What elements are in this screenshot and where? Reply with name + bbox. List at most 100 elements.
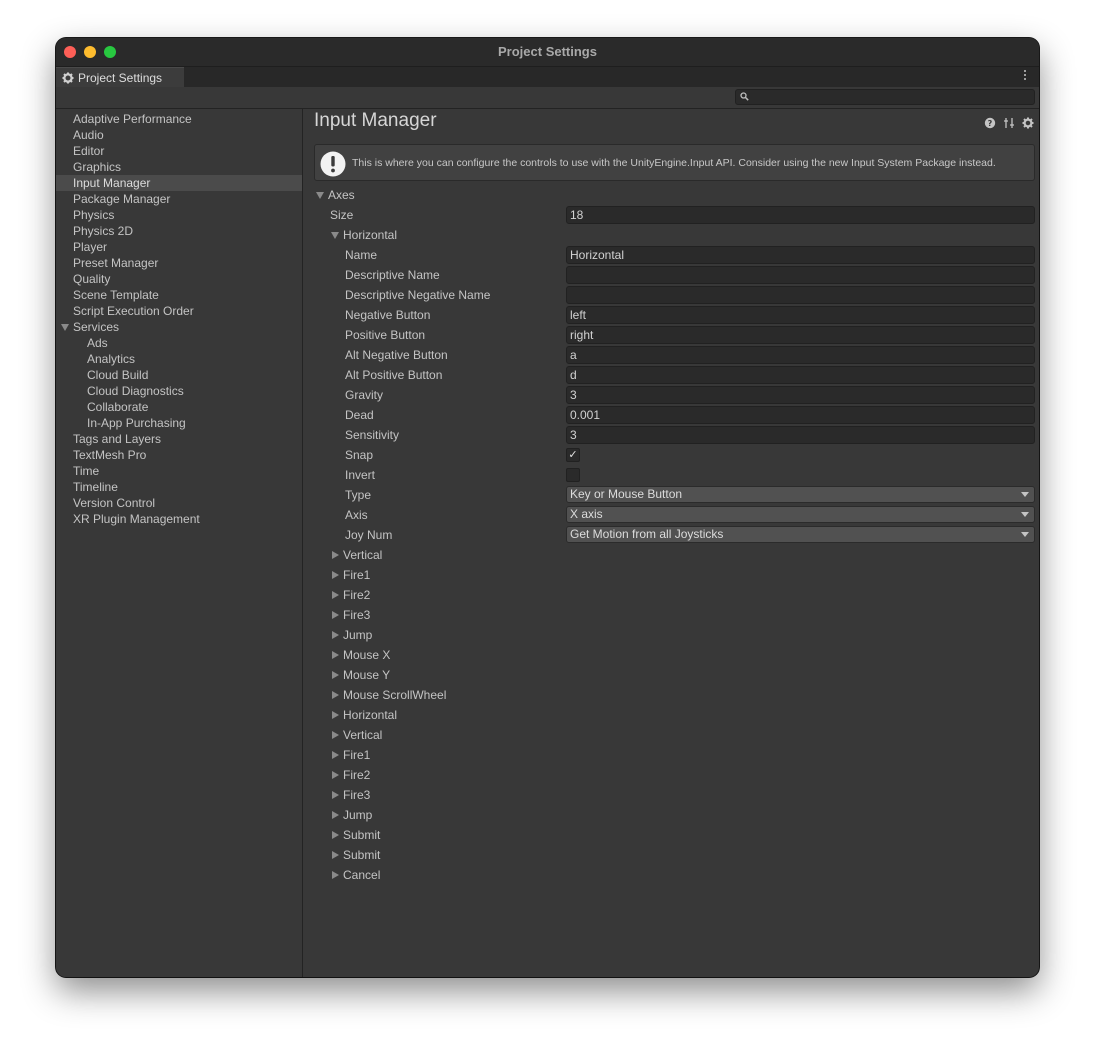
- foldout-arrow-icon[interactable]: [332, 651, 339, 659]
- sidebar-item-quality[interactable]: Quality: [56, 271, 302, 287]
- foldout-arrow-icon[interactable]: [332, 811, 339, 819]
- sidebar-item-ads[interactable]: Ads: [56, 335, 302, 351]
- gear-icon: [62, 72, 74, 83]
- axis-foldout-item[interactable]: Fire3: [303, 605, 603, 625]
- descriptive-negative-name-label: Descriptive Negative Name: [345, 288, 491, 302]
- positive-button-label: Positive Button: [345, 328, 426, 342]
- axis-foldout-item[interactable]: Mouse X: [303, 645, 603, 665]
- foldout-arrow-icon[interactable]: [332, 871, 339, 879]
- tab-project-settings[interactable]: Project Settings: [56, 67, 184, 87]
- foldout-arrow-icon[interactable]: [332, 791, 339, 799]
- name-field[interactable]: Horizontal: [566, 246, 1035, 264]
- axis-foldout-item[interactable]: Cancel: [303, 865, 603, 885]
- dead-field[interactable]: 0.001: [566, 406, 1035, 424]
- axis-foldout-item[interactable]: Horizontal: [303, 705, 603, 725]
- sidebar-item-xr-plugin-management[interactable]: XR Plugin Management: [56, 511, 302, 527]
- axis-foldout-item[interactable]: Submit: [303, 825, 603, 845]
- settings-sidebar: Adaptive Performance Audio Editor Graphi…: [56, 109, 303, 977]
- sidebar-item-time[interactable]: Time: [56, 463, 302, 479]
- alt-positive-button-field[interactable]: d: [566, 366, 1035, 384]
- sidebar-item-physics-2d[interactable]: Physics 2D: [56, 223, 302, 239]
- invert-checkbox[interactable]: [566, 468, 580, 482]
- foldout-arrow-icon[interactable]: [331, 232, 339, 239]
- sidebar-item-audio[interactable]: Audio: [56, 127, 302, 143]
- foldout-arrow-icon[interactable]: [332, 691, 339, 699]
- foldout-arrow-icon[interactable]: [332, 771, 339, 779]
- foldout-arrow-icon[interactable]: [332, 731, 339, 739]
- alt-negative-button-label: Alt Negative Button: [345, 348, 448, 362]
- positive-button-field[interactable]: right: [566, 326, 1035, 344]
- axis-foldout-horizontal[interactable]: Horizontal: [303, 225, 1039, 245]
- negative-button-field[interactable]: left: [566, 306, 1035, 324]
- axis-foldout-item[interactable]: Fire2: [303, 585, 603, 605]
- axis-foldout-item[interactable]: Jump: [303, 625, 603, 645]
- size-field[interactable]: 18: [566, 206, 1035, 224]
- axis-item-label: Submit: [343, 828, 381, 842]
- foldout-arrow-icon[interactable]: [332, 551, 339, 559]
- sidebar-item-player[interactable]: Player: [56, 239, 302, 255]
- sidebar-item-graphics[interactable]: Graphics: [56, 159, 302, 175]
- descriptive-negative-name-field[interactable]: [566, 286, 1035, 304]
- foldout-arrow-icon[interactable]: [316, 192, 324, 199]
- foldout-arrow-icon[interactable]: [332, 571, 339, 579]
- joy-num-dropdown[interactable]: Get Motion from all Joysticks: [566, 526, 1035, 543]
- sidebar-item-collaborate[interactable]: Collaborate: [56, 399, 302, 415]
- sidebar-item-scene-template[interactable]: Scene Template: [56, 287, 302, 303]
- axis-foldout-item[interactable]: Vertical: [303, 545, 603, 565]
- sidebar-item-package-manager[interactable]: Package Manager: [56, 191, 302, 207]
- axis-foldout-item[interactable]: Fire3: [303, 785, 603, 805]
- sidebar-item-cloud-build[interactable]: Cloud Build: [56, 367, 302, 383]
- foldout-arrow-icon[interactable]: [332, 591, 339, 599]
- sidebar-item-version-control[interactable]: Version Control: [56, 495, 302, 511]
- sidebar-item-services[interactable]: Services: [56, 319, 302, 335]
- axis-foldout-item[interactable]: Vertical: [303, 725, 603, 745]
- axis-foldout-item[interactable]: Fire1: [303, 745, 603, 765]
- snap-checkbox[interactable]: ✓: [566, 448, 580, 462]
- type-dropdown[interactable]: Key or Mouse Button: [566, 486, 1035, 503]
- axis-foldout-item[interactable]: Fire1: [303, 565, 603, 585]
- sidebar-item-script-execution-order[interactable]: Script Execution Order: [56, 303, 302, 319]
- foldout-arrow-icon[interactable]: [332, 711, 339, 719]
- foldout-arrow-icon[interactable]: [332, 831, 339, 839]
- preset-sliders-icon[interactable]: [1003, 117, 1015, 129]
- sidebar-item-preset-manager[interactable]: Preset Manager: [56, 255, 302, 271]
- sidebar-item-in-app-purchasing[interactable]: In-App Purchasing: [56, 415, 302, 431]
- negative-button-row: Negative Button left: [303, 305, 1039, 325]
- expand-arrow-icon[interactable]: [61, 324, 69, 331]
- sidebar-item-tags-and-layers[interactable]: Tags and Layers: [56, 431, 302, 447]
- sidebar-item-physics[interactable]: Physics: [56, 207, 302, 223]
- sensitivity-field[interactable]: 3: [566, 426, 1035, 444]
- sidebar-item-editor[interactable]: Editor: [56, 143, 302, 159]
- sidebar-item-timeline[interactable]: Timeline: [56, 479, 302, 495]
- foldout-arrow-icon[interactable]: [332, 751, 339, 759]
- sidebar-item-analytics[interactable]: Analytics: [56, 351, 302, 367]
- axis-foldout-item[interactable]: Mouse ScrollWheel: [303, 685, 603, 705]
- axis-foldout-item[interactable]: Submit: [303, 845, 603, 865]
- sidebar-item-cloud-diagnostics[interactable]: Cloud Diagnostics: [56, 383, 302, 399]
- axis-foldout-item[interactable]: Jump: [303, 805, 603, 825]
- search-input[interactable]: [735, 89, 1035, 105]
- axis-item-label: Mouse X: [343, 648, 391, 662]
- page-title: Input Manager: [314, 110, 437, 131]
- axes-foldout[interactable]: Axes: [303, 185, 1039, 205]
- axis-foldout-item[interactable]: Fire2: [303, 765, 603, 785]
- sidebar-item-adaptive-performance[interactable]: Adaptive Performance: [56, 111, 302, 127]
- sidebar-item-input-manager[interactable]: Input Manager: [56, 175, 302, 191]
- foldout-arrow-icon[interactable]: [332, 851, 339, 859]
- alt-negative-button-field[interactable]: a: [566, 346, 1035, 364]
- foldout-arrow-icon[interactable]: [332, 611, 339, 619]
- sidebar-item-textmesh-pro[interactable]: TextMesh Pro: [56, 447, 302, 463]
- more-menu-icon[interactable]: [1023, 70, 1027, 84]
- joy-num-dropdown-value: Get Motion from all Joysticks: [570, 527, 724, 541]
- axis-item-label: Fire3: [343, 608, 371, 622]
- axis-foldout-item[interactable]: Mouse Y: [303, 665, 603, 685]
- help-icon[interactable]: ?: [984, 117, 996, 129]
- foldout-arrow-icon[interactable]: [332, 631, 339, 639]
- snap-row: Snap ✓: [303, 445, 1039, 465]
- settings-gear-icon[interactable]: [1022, 117, 1034, 129]
- axis-dropdown[interactable]: X axis: [566, 506, 1035, 523]
- descriptive-name-field[interactable]: [566, 266, 1035, 284]
- gravity-field[interactable]: 3: [566, 386, 1035, 404]
- size-row: Size 18: [303, 205, 1039, 225]
- foldout-arrow-icon[interactable]: [332, 671, 339, 679]
